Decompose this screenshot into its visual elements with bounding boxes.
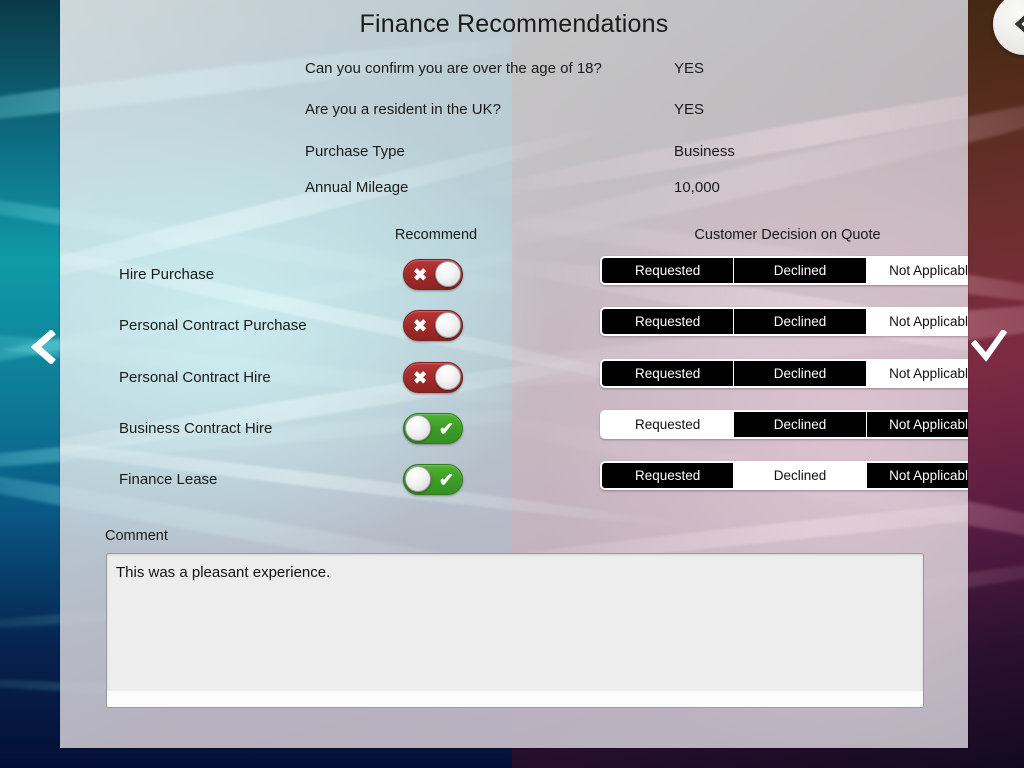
decision-segmented-control[interactable]: Requested Declined Not Applicable	[600, 410, 968, 439]
product-label: Personal Contract Hire	[119, 369, 271, 386]
segment-requested[interactable]: Requested	[602, 412, 734, 437]
segment-declined[interactable]: Declined	[733, 463, 866, 488]
cross-icon: ✖	[413, 265, 428, 284]
product-label: Hire Purchase	[119, 266, 215, 283]
confirm-button[interactable]	[970, 328, 1008, 364]
recommend-toggle[interactable]: ✖	[403, 310, 463, 341]
summary-value: 10,000	[674, 179, 720, 196]
decision-segmented-control[interactable]: Requested Declined Not Applicable	[600, 359, 968, 388]
check-icon: ✔	[438, 418, 454, 439]
summary-label: Annual Mileage	[305, 179, 409, 196]
segment-declined[interactable]: Declined	[733, 258, 866, 283]
segment-not-applicable[interactable]: Not Applicable	[865, 412, 968, 437]
comment-input[interactable]: This was a pleasant experience.	[106, 553, 924, 708]
decision-segmented-control[interactable]: Requested Declined Not Applicable	[600, 256, 968, 285]
recommend-toggle[interactable]: ✔	[403, 413, 463, 444]
summary-label: Purchase Type	[305, 143, 405, 160]
recommend-toggle[interactable]: ✖	[403, 259, 463, 290]
segment-requested[interactable]: Requested	[602, 258, 734, 283]
summary-value: YES	[674, 60, 705, 77]
toggle-knob	[405, 415, 431, 441]
toggle-knob	[435, 261, 461, 287]
recommend-toggle[interactable]: ✖	[403, 362, 463, 393]
segment-not-applicable[interactable]: Not Applicable	[865, 309, 968, 334]
previous-page-button[interactable]	[28, 329, 60, 365]
summary-value: YES	[674, 101, 705, 118]
table-row: Business Contract Hire ✔ Requested Decli…	[60, 410, 968, 450]
column-header-decision: Customer Decision on Quote	[694, 227, 881, 243]
segment-declined[interactable]: Declined	[733, 361, 866, 386]
comment-text: This was a pleasant experience.	[116, 564, 331, 581]
summary-row: Annual Mileage 10,000	[305, 179, 925, 201]
table-row: Finance Lease ✔ Requested Declined Not A…	[60, 461, 968, 501]
finance-recommendations-panel: Finance Recommendations Can you confirm …	[60, 0, 968, 748]
comment-label: Comment	[105, 528, 168, 544]
summary-label: Can you confirm you are over the age of …	[305, 60, 602, 77]
page-title: Finance Recommendations	[359, 10, 669, 38]
chevron-left-icon	[30, 329, 56, 365]
summary-row: Can you confirm you are over the age of …	[305, 60, 925, 82]
segment-declined[interactable]: Declined	[733, 309, 866, 334]
summary-row: Are you a resident in the UK? YES	[305, 101, 925, 123]
segment-requested[interactable]: Requested	[602, 463, 734, 488]
product-label: Business Contract Hire	[119, 420, 273, 437]
product-label: Finance Lease	[119, 471, 218, 488]
segment-requested[interactable]: Requested	[602, 361, 734, 386]
segment-requested[interactable]: Requested	[602, 309, 734, 334]
chevron-left-icon	[1014, 15, 1024, 33]
segment-declined[interactable]: Declined	[733, 412, 866, 437]
column-header-recommend: Recommend	[394, 227, 478, 243]
check-icon: ✔	[438, 469, 454, 490]
toggle-knob	[435, 364, 461, 390]
summary-value: Business	[674, 143, 735, 160]
recommend-toggle[interactable]: ✔	[403, 464, 463, 495]
cross-icon: ✖	[413, 316, 428, 335]
decision-segmented-control[interactable]: Requested Declined Not Applicable	[600, 307, 968, 336]
segment-not-applicable[interactable]: Not Applicable	[865, 258, 968, 283]
cross-icon: ✖	[413, 368, 428, 387]
segment-not-applicable[interactable]: Not Applicable	[865, 361, 968, 386]
segment-not-applicable[interactable]: Not Applicable	[865, 463, 968, 488]
toggle-knob	[405, 466, 431, 492]
table-row: Personal Contract Hire ✖ Requested Decli…	[60, 359, 968, 399]
comment-bottom-strip	[107, 691, 923, 707]
table-row: Hire Purchase ✖ Requested Declined Not A…	[60, 256, 968, 296]
product-label: Personal Contract Purchase	[119, 317, 307, 334]
summary-row: Purchase Type Business	[305, 143, 925, 165]
table-row: Personal Contract Purchase ✖ Requested D…	[60, 307, 968, 347]
decision-segmented-control[interactable]: Requested Declined Not Applicable	[600, 461, 968, 490]
summary-label: Are you a resident in the UK?	[305, 101, 501, 118]
toggle-knob	[435, 312, 461, 338]
check-icon	[970, 328, 1008, 362]
